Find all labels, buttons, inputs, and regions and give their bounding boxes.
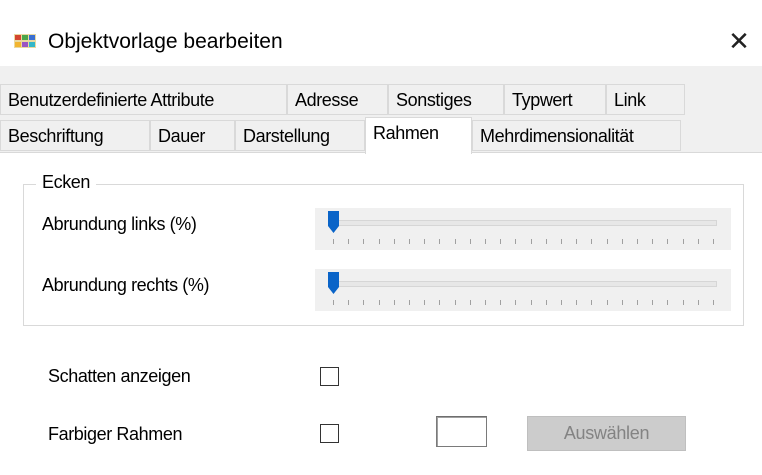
slider-tick (652, 300, 654, 305)
show-shadow-label: Schatten anzeigen (48, 366, 191, 386)
slider-tick (697, 239, 699, 244)
slider-tick (576, 239, 578, 244)
palette-icon (14, 34, 36, 48)
slider-tick (469, 239, 471, 244)
slider-tick (637, 239, 638, 244)
slider-tick (606, 239, 608, 244)
slider-tick (454, 239, 456, 244)
tab-adresse[interactable]: Adresse (287, 84, 388, 115)
tab-dauer[interactable]: Dauer (150, 120, 235, 151)
tab-darstellung[interactable]: Darstellung (235, 120, 365, 151)
slider-thumb[interactable] (328, 211, 339, 233)
slider-tick (713, 239, 714, 244)
slider-thumb[interactable] (328, 272, 339, 294)
slider-tick (333, 300, 334, 305)
slider-tick (713, 300, 714, 305)
tab-label: Adresse (295, 90, 359, 110)
slider-tick (393, 239, 395, 244)
tab-rahmen[interactable]: Rahmen (365, 117, 472, 154)
slider-tick (682, 300, 684, 305)
tab-label: Sonstiges (396, 90, 472, 110)
slider-tick (363, 300, 365, 305)
rounding-left-slider[interactable] (315, 208, 731, 250)
slider-tick (439, 239, 441, 244)
window-title: Objektvorlage bearbeiten (48, 30, 283, 53)
slider-tick (667, 239, 669, 244)
slider-tick (606, 300, 608, 305)
slider-tick (561, 300, 562, 305)
slider-tick (545, 300, 547, 305)
slider-tick (378, 300, 380, 305)
frame-color-swatch[interactable] (436, 416, 487, 447)
tab-sonstiges[interactable]: Sonstiges (388, 84, 504, 115)
tab-mehrdimensionalitaet[interactable]: Mehrdimensionalität (472, 120, 681, 151)
slider-tick (545, 239, 547, 244)
slider-tick (348, 300, 350, 305)
slider-tick (530, 300, 532, 305)
slider-tick (363, 239, 365, 244)
slider-tick (439, 300, 441, 305)
colored-frame-label: Farbiger Rahmen (48, 424, 183, 444)
tab-typwert[interactable]: Typwert (504, 84, 606, 115)
choose-color-button-label: Auswählen (563, 423, 650, 443)
rounding-left-label: Abrundung links (%) (42, 214, 197, 234)
rounding-right-slider[interactable] (315, 269, 731, 311)
slider-tick (424, 239, 426, 244)
close-button[interactable]: ✕ (722, 24, 756, 58)
slider-tick (591, 239, 593, 244)
slider-tick (409, 239, 410, 244)
choose-color-button[interactable]: Auswählen (527, 416, 686, 451)
slider-track (329, 220, 717, 226)
corners-group-title: Ecken (36, 172, 97, 193)
colored-frame-checkbox[interactable] (320, 424, 339, 443)
tab-label: Beschriftung (8, 126, 104, 146)
slider-tick (515, 300, 517, 305)
slider-tick (576, 300, 578, 305)
show-shadow-checkbox[interactable] (320, 367, 339, 386)
slider-tick (500, 300, 502, 305)
slider-tick (500, 239, 502, 244)
tab-label: Darstellung (243, 126, 330, 146)
slider-tick (333, 239, 334, 244)
slider-tick (682, 239, 684, 244)
slider-tick (637, 300, 638, 305)
tab-beschriftung[interactable]: Beschriftung (0, 120, 150, 151)
slider-tick (348, 239, 350, 244)
tab-link[interactable]: Link (606, 84, 685, 115)
tab-label: Dauer (158, 126, 206, 146)
slider-tick (591, 300, 593, 305)
tab-label: Typwert (512, 90, 573, 110)
slider-tick (485, 300, 486, 305)
title-bar: Objektvorlage bearbeiten ✕ (0, 0, 762, 66)
tab-label: Rahmen (373, 123, 439, 143)
slider-tick (697, 300, 699, 305)
slider-ticks (333, 239, 714, 245)
close-icon: ✕ (728, 26, 750, 56)
tab-label: Mehrdimensionalität (480, 126, 634, 146)
slider-tick (378, 239, 380, 244)
tab-label: Link (614, 90, 646, 110)
slider-tick (621, 300, 623, 305)
slider-tick (485, 239, 486, 244)
slider-tick (424, 300, 426, 305)
tab-benutzerdefinierte-attribute[interactable]: Benutzerdefinierte Attribute (0, 84, 287, 115)
slider-tick (515, 239, 517, 244)
slider-tick (469, 300, 471, 305)
tab-label: Benutzerdefinierte Attribute (8, 90, 214, 110)
slider-tick (530, 239, 532, 244)
slider-tick (561, 239, 562, 244)
slider-tick (393, 300, 395, 305)
slider-tick (652, 239, 654, 244)
slider-ticks (333, 300, 714, 306)
slider-tick (409, 300, 410, 305)
slider-tick (454, 300, 456, 305)
slider-tick (667, 300, 669, 305)
slider-track (329, 281, 717, 287)
rounding-right-label: Abrundung rechts (%) (42, 275, 210, 295)
slider-tick (621, 239, 623, 244)
